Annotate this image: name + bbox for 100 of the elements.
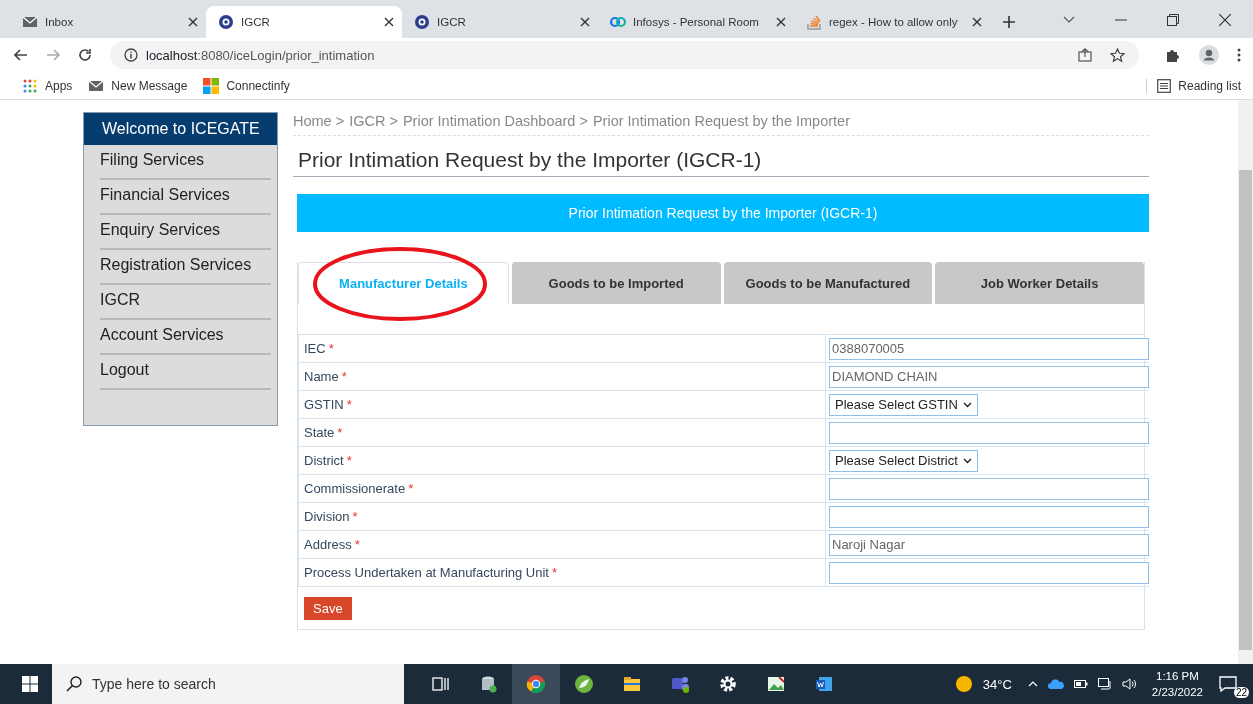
save-button[interactable]: Save [304,597,352,620]
cloud-icon[interactable] [1047,679,1064,689]
bookmark[interactable]: Connectinfy [203,77,290,94]
battery-icon[interactable] [1073,680,1088,688]
bookmark[interactable]: New Message [88,77,188,94]
required-asterisk: * [341,369,347,384]
field-label: IEC * [298,335,826,363]
dropdown[interactable]: Please Select District [829,449,978,472]
breadcrumb-link[interactable]: IGCR > [349,113,398,129]
sidebar-link[interactable]: IGCR [100,285,271,320]
rings-icon [610,14,626,30]
temperature-text: 34°C [982,676,1012,692]
breadcrumb-link[interactable]: Home > [293,113,345,129]
sidebar-link[interactable]: Filing Services [100,145,271,180]
required-asterisk: * [328,341,334,356]
required-asterisk: * [346,453,352,468]
input-field[interactable] [829,561,1149,584]
sidebar-link[interactable]: Registration Services [100,250,271,285]
speaker-icon[interactable] [1121,678,1136,690]
teams-icon[interactable] [670,674,690,694]
chevron-down-icon [962,401,972,408]
required-asterisk: * [354,537,360,552]
chrome-icon[interactable] [526,674,546,694]
browser-tab[interactable]: IGCR [402,6,598,38]
input-field[interactable] [829,505,1149,528]
document-app-icon[interactable] [814,674,834,694]
required-asterisk: * [352,509,358,524]
close-icon[interactable] [972,17,982,27]
browser-tab[interactable]: Inbox [10,6,206,38]
chevron-up-icon[interactable] [1027,681,1038,687]
input-field[interactable]: Naroji Nagar [829,533,1149,556]
close-icon[interactable] [188,17,198,27]
back-arrow-icon[interactable] [14,49,28,61]
input-field[interactable] [829,477,1149,500]
page-title: Prior Intimation Request by the Importer (IGCR-1) [293,148,1149,177]
sidebar-link[interactable]: Account Services [100,320,271,355]
address-bar[interactable]: localhost:8080/iceLogin/prior_intimation [110,41,1139,69]
input-field[interactable]: DIAMOND CHAIN [829,365,1149,388]
reading-list-button[interactable]: Reading list [1146,78,1241,93]
sidebar-link[interactable]: Logout [100,355,271,390]
field-label: Commissionerate * [298,475,826,503]
task-view-icon[interactable] [430,674,450,694]
profile-icon[interactable] [1199,45,1219,65]
windows-start-icon[interactable] [22,676,38,692]
tab-title: regex - How to allow only [829,16,959,28]
network-icon[interactable] [1097,678,1112,690]
puzzle-icon[interactable] [1165,47,1181,63]
taskbar-search-field[interactable]: Type here to search [52,664,404,704]
field-label: Process Undertaken at Manufacturing Unit * [298,559,826,587]
required-asterisk: * [337,425,343,440]
clock-time: 1:16 PM [1156,669,1199,684]
input-field[interactable]: 0388070005 [829,337,1149,360]
more-icon[interactable] [1237,48,1241,62]
info-icon [124,48,138,62]
form-tab[interactable]: Job Worker Details [935,262,1144,304]
breadcrumb-link[interactable]: Prior Intimation Dashboard > [402,113,588,129]
gear-icon[interactable] [718,674,738,694]
close-icon[interactable] [580,17,590,27]
notification-count: 22 [1233,687,1249,698]
reload-icon[interactable] [78,48,92,62]
plus-icon[interactable] [1002,15,1016,29]
tab-title: Inbox [45,16,75,28]
form-tab[interactable]: Goods to be Imported [511,262,721,304]
current-page-label: Prior Intimation Request by the Importer [592,113,850,129]
share-icon[interactable] [1078,47,1092,62]
dropdown[interactable]: Please Select GSTIN [829,393,978,416]
sidebar-header: Welcome to ICEGATE [84,113,277,145]
stack-icon [806,14,822,30]
list-icon [1157,78,1172,93]
message-icon [1219,676,1237,692]
notification-button[interactable]: 22 [1219,669,1247,699]
form-tab[interactable]: Goods to be Manufactured [723,262,933,304]
close-icon[interactable] [776,17,786,27]
emblem-icon [414,14,430,30]
chevron-down-icon[interactable] [1063,16,1075,24]
browser-tab[interactable]: Infosys - Personal Room [598,6,794,38]
close-icon[interactable] [1219,14,1231,26]
field-label: Division * [298,503,826,531]
leaf-icon[interactable] [574,674,594,694]
browser-tab[interactable]: IGCR [206,6,402,38]
close-icon[interactable] [384,17,394,27]
required-asterisk: * [551,565,558,580]
bookmark[interactable]: Apps [22,77,73,94]
scrollbar[interactable] [1238,100,1253,664]
apps-grid-icon [22,77,38,94]
sidebar-link[interactable]: Financial Services [100,180,271,215]
field-label: State * [298,419,826,447]
envelope-icon [22,14,38,30]
folder-icon[interactable] [622,674,642,694]
tab-title: IGCR [241,16,271,28]
star-icon[interactable] [1110,47,1125,63]
image-editor-icon[interactable] [766,674,786,694]
input-field[interactable] [829,421,1149,444]
browser-tab[interactable]: regex - How to allow only [794,6,990,38]
restore-icon[interactable] [1167,14,1179,26]
required-asterisk: * [346,397,352,412]
field-label: Address * [298,531,826,559]
sidebar-link[interactable]: Enquiry Services [100,215,271,250]
field-label: District * [298,447,826,475]
field-label: Name * [298,363,826,391]
